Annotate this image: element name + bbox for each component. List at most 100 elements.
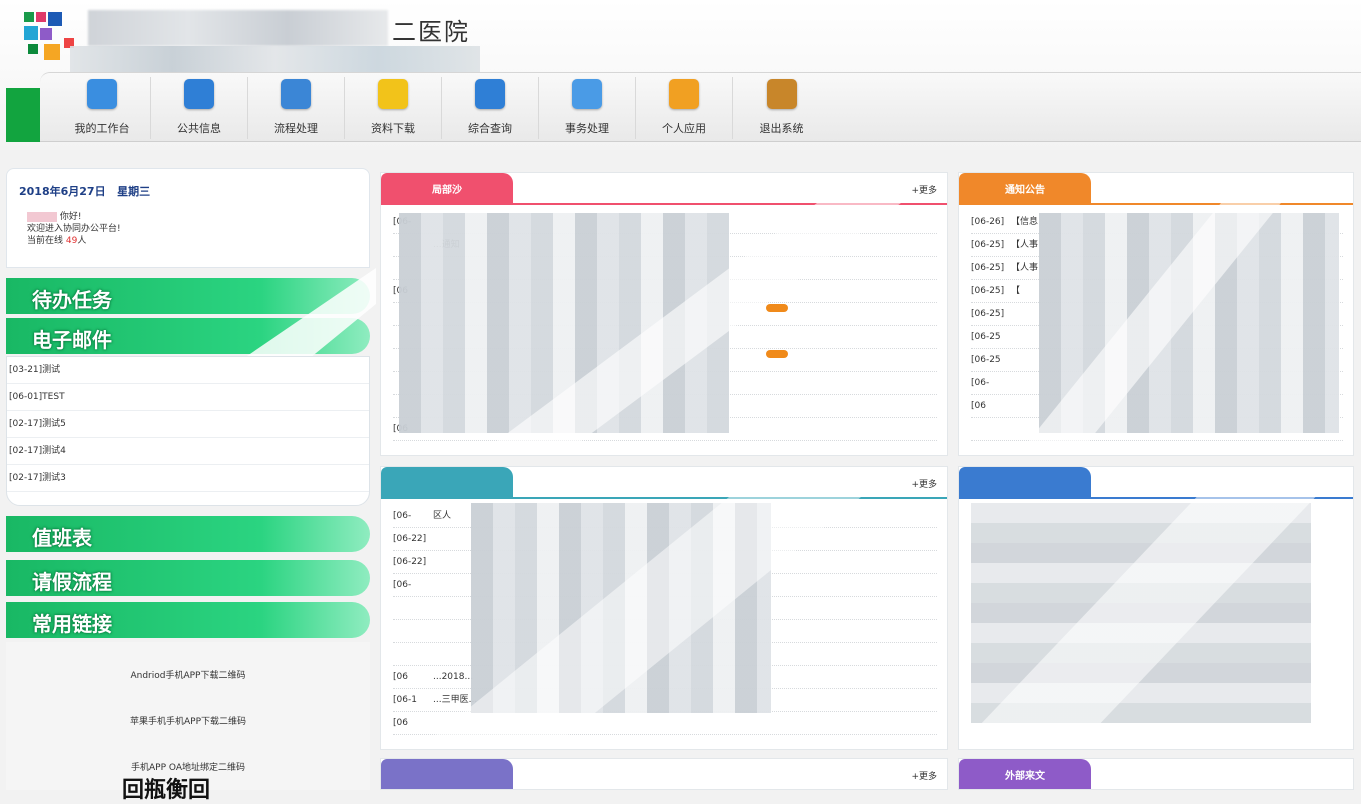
welcome-text: 欢迎进入协同办公平台! (27, 224, 121, 234)
panel-tab-label: 局部沙 (432, 185, 462, 196)
email-item[interactable]: [02-17]测试5 (7, 411, 369, 438)
email-item[interactable]: [03-21]测试 (7, 357, 369, 384)
toolbar-button-label: 综合查询 (468, 122, 512, 135)
workbench-icon (87, 79, 117, 109)
welcome-box: 2018年6月27日 星期三 你好! 欢迎进入协同办公平台! 当前在线 49人 (6, 168, 370, 268)
item-date: [06-25] (971, 309, 1005, 319)
android-qr-link[interactable]: Andriod手机APP下载二维码 (6, 668, 370, 681)
item-date: [06- (393, 580, 412, 590)
query-computer-icon (475, 79, 505, 109)
panel-top-left: 局部沙 +更多 [06-...通知[06[06 (380, 172, 948, 456)
iphone-qr-link[interactable]: 苹果手机手机APP下载二维码 (6, 714, 370, 727)
panel-tab[interactable]: 通知公告 (959, 173, 1091, 203)
email-item[interactable]: [06-01]TEST (7, 384, 369, 411)
item-date: [06 (393, 672, 408, 682)
toolbar-button-label: 流程处理 (274, 122, 318, 135)
panel-underline (381, 497, 947, 499)
toolbar-button-label: 资料下载 (371, 122, 415, 135)
toolbar-button[interactable]: 个人应用 (636, 77, 733, 139)
greeting-block: 你好! 欢迎进入协同办公平台! 当前在线 49人 (27, 211, 121, 247)
toolbar-button-label: 事务处理 (565, 122, 609, 135)
main-toolbar: 我的工作台 公共信息 流程处理 资料下载 综合查询 事务处理 个人应用 退出系统 (40, 72, 1361, 142)
toolbar-button-label: 退出系统 (759, 122, 804, 135)
personal-app-icon (669, 79, 699, 109)
toolbar-button-label: 个人应用 (662, 122, 706, 135)
item-title: 【人事 (1011, 263, 1039, 273)
username-blurred (27, 211, 57, 222)
panel-notices: 通知公告 [06-26] 【信息 [06-25] 【人事 [06-25] 【人事 [06-2… (958, 172, 1354, 456)
hospital-name-blurred (88, 10, 388, 46)
panel-tab[interactable] (381, 759, 513, 789)
date-text: 2018年6月27日 (19, 185, 106, 198)
new-badge (766, 304, 788, 312)
leave-process-label: 请假流程 (32, 570, 112, 594)
common-links-label: 常用链接 (32, 612, 112, 636)
item-title: 【人事 (1011, 240, 1039, 250)
duty-schedule-label: 值班表 (32, 526, 92, 550)
item-title: 区人 (433, 511, 452, 521)
item-title: ...2018... (433, 672, 474, 682)
subtitle-blurred (70, 46, 480, 74)
common-links-header[interactable]: 常用链接 (6, 602, 370, 638)
online-count: 49 (65, 236, 78, 246)
item-date: [06-25] (971, 240, 1005, 250)
panel-tab[interactable] (381, 467, 513, 497)
folder-download-icon (378, 79, 408, 109)
item-date: [06-25 (971, 355, 1001, 365)
more-link[interactable]: +更多 (911, 183, 937, 196)
toolbar-button-label: 公共信息 (177, 122, 221, 135)
leave-process-header[interactable]: 请假流程 (6, 560, 370, 596)
panel-tab[interactable]: 局部沙 (381, 173, 513, 203)
panel-tab-label: 外部来文 (1005, 771, 1045, 782)
email-item[interactable]: [02-17]测试4 (7, 438, 369, 465)
toolbar-button[interactable]: 流程处理 (248, 77, 345, 139)
workflow-icon (281, 79, 311, 109)
panel-middle-left: +更多 [06- 区人 [06-22] [06-22] [06- [06 ...2018..… (380, 466, 948, 750)
item-date: [06 (971, 401, 986, 411)
new-badge (766, 350, 788, 358)
panel-tab[interactable]: 外部来文 (959, 759, 1091, 789)
public-info-icon (184, 79, 214, 109)
toolbar-button[interactable]: 公共信息 (151, 77, 248, 139)
toolbar-button[interactable]: 事务处理 (539, 77, 636, 139)
todo-tasks-label: 待办任务 (32, 288, 112, 312)
email-item[interactable]: [02-17]测试3 (7, 465, 369, 492)
item-date: [06- (393, 511, 412, 521)
item-title: 【信息 (1011, 217, 1039, 227)
email-list: [03-21]测试 [06-01]TEST [02-17]测试5 [02-17]… (6, 356, 370, 506)
item-date: [06-25] (971, 286, 1005, 296)
item-date: [06-22] (393, 534, 427, 544)
item-date: [06-26] (971, 217, 1005, 227)
panel-middle-right (958, 466, 1354, 750)
item-date: [06-22] (393, 557, 427, 567)
panel-tab[interactable] (959, 467, 1091, 497)
panel-underline (959, 203, 1353, 205)
item-date: [06-1 (393, 695, 417, 705)
toolbar-button[interactable]: 综合查询 (442, 77, 539, 139)
todo-tasks-header[interactable]: 待办任务 (6, 278, 370, 314)
left-sidebar: 2018年6月27日 星期三 你好! 欢迎进入协同办公平台! 当前在线 49人 … (6, 168, 376, 803)
panel-bottom-left: +更多 (380, 758, 948, 790)
greeting-text: 你好! (59, 212, 82, 222)
item-date: [06- (971, 378, 990, 388)
panel-tab-label: 通知公告 (1005, 185, 1045, 196)
duty-schedule-header[interactable]: 值班表 (6, 516, 370, 552)
more-link[interactable]: +更多 (911, 769, 937, 782)
toolbar-button[interactable]: 我的工作台 (54, 77, 151, 139)
brand-strip (6, 88, 44, 142)
panel-external-docs: 外部来文 (958, 758, 1354, 790)
item-date: [06-25] (971, 263, 1005, 273)
online-suffix: 人 (77, 236, 87, 246)
email-label: 电子邮件 (32, 328, 112, 352)
current-date: 2018年6月27日 星期三 (19, 183, 150, 199)
online-prefix: 当前在线 (27, 236, 64, 246)
qr-code-glyphs: 回瓶衡回 (122, 777, 211, 803)
toolbar-button[interactable]: 资料下载 (345, 77, 442, 139)
exit-door-icon (766, 79, 797, 109)
toolbar-button[interactable]: 退出系统 (733, 77, 830, 139)
item-date: [06 (393, 718, 408, 728)
item-date: [06-25 (971, 332, 1001, 342)
weekday-text: 星期三 (117, 185, 151, 198)
more-link[interactable]: +更多 (911, 477, 937, 490)
qr-links: Andriod手机APP下载二维码 苹果手机手机APP下载二维码 手机APP O… (6, 642, 370, 803)
